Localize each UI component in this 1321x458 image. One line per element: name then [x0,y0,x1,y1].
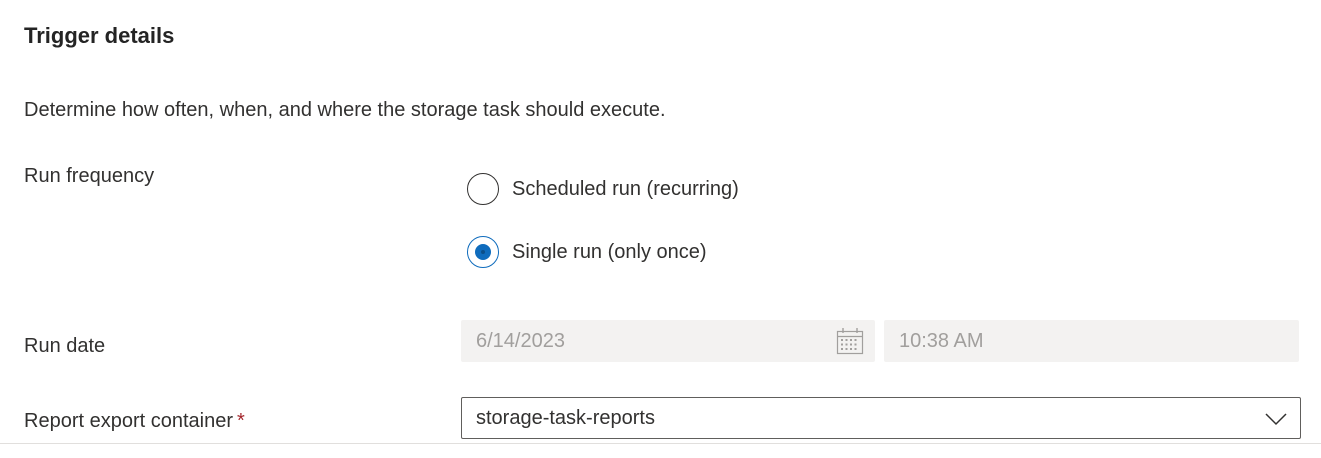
section-description: Determine how often, when, and where the… [24,99,666,121]
dropdown-selected-value: storage-task-reports [476,406,655,429]
radio-option-scheduled-run[interactable]: Scheduled run (recurring) [467,171,739,207]
radio-label-single-run: Single run (only once) [512,241,707,263]
calendar-icon[interactable] [835,326,865,356]
radio-button-unchecked[interactable] [467,173,499,205]
bottom-divider [0,443,1321,444]
run-date-value: 6/14/2023 [476,329,565,352]
radio-option-single-run[interactable]: Single run (only once) [467,234,707,270]
radio-label-scheduled-run: Scheduled run (recurring) [512,178,739,200]
section-title: Trigger details [24,23,175,48]
run-time-value: 10:38 AM [899,329,984,352]
radio-dot-center [481,250,485,254]
run-date-label: Run date [24,335,106,357]
required-indicator: * [237,410,245,432]
run-time-input[interactable]: 10:38 AM [884,320,1299,362]
run-frequency-label: Run frequency [24,165,155,187]
report-export-container-dropdown[interactable]: storage-task-reports [461,397,1301,439]
report-export-container-label: Report export container * [24,408,245,434]
report-export-label-text: Report export container [24,410,234,432]
run-date-input[interactable]: 6/14/2023 [461,320,875,362]
radio-button-checked[interactable] [467,236,499,268]
radio-selected-dot [475,244,491,260]
chevron-down-icon [1265,413,1287,426]
